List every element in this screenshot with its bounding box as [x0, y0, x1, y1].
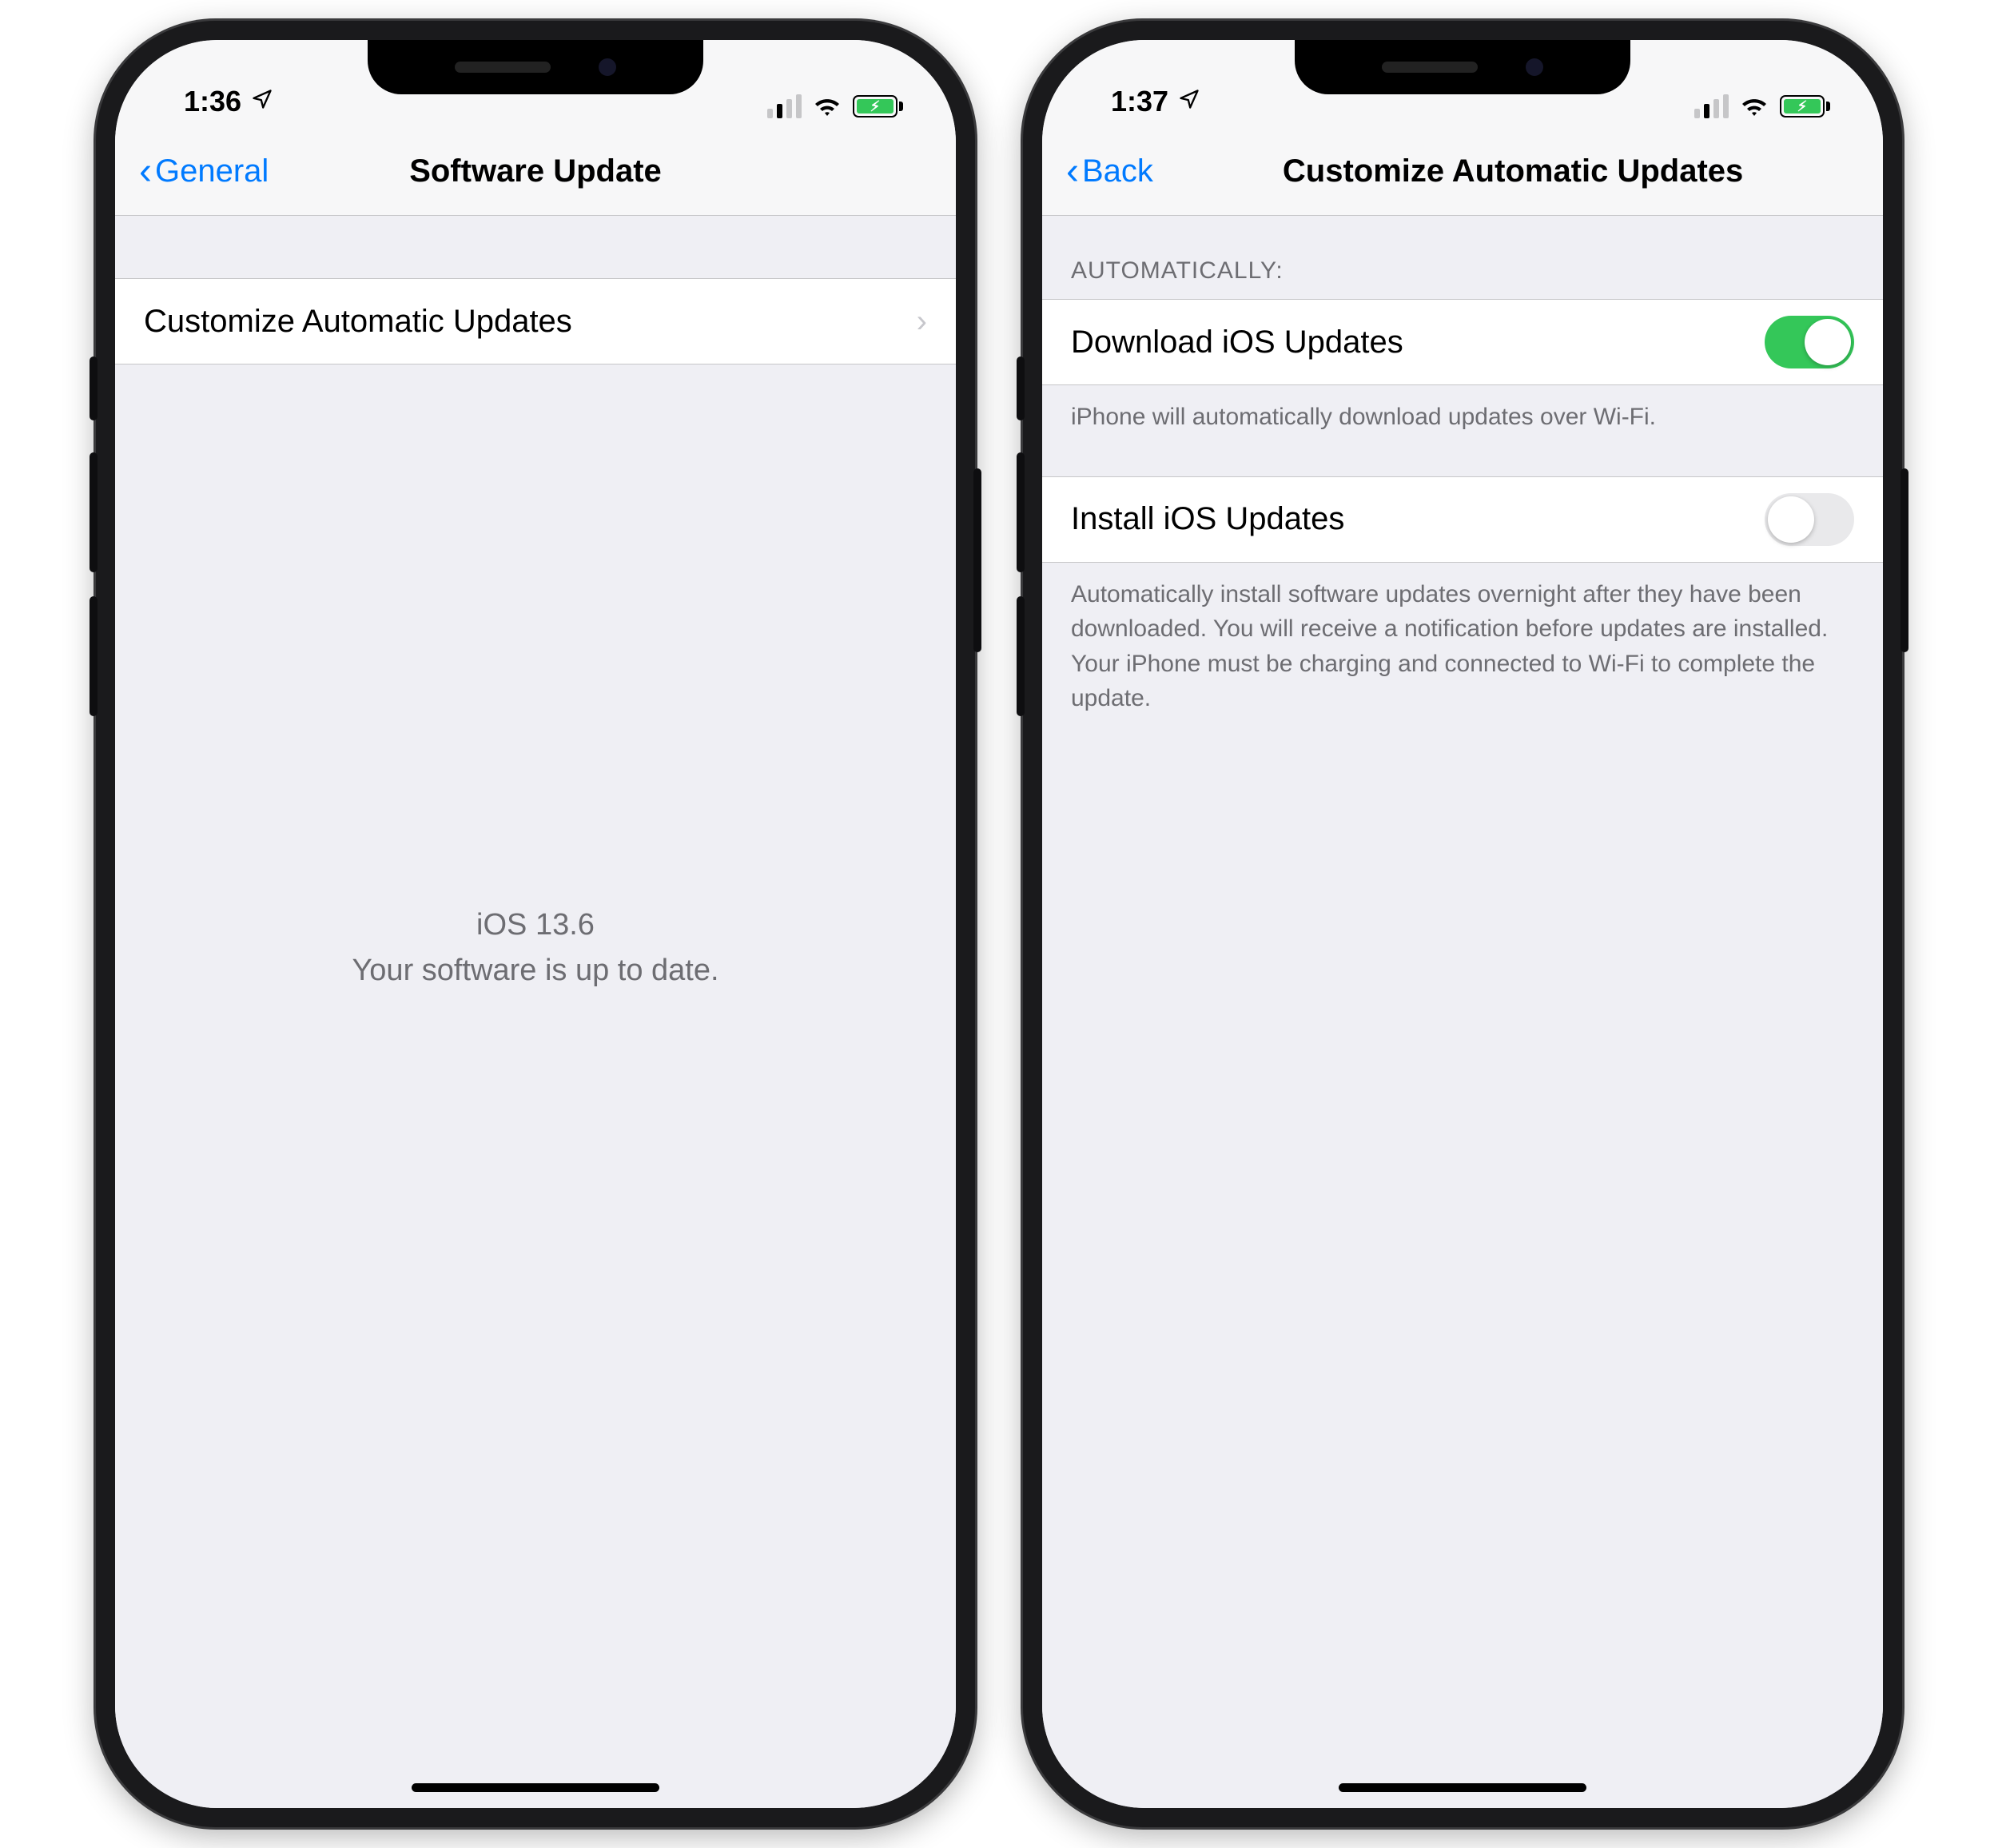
content-area: AUTOMATICALLY: Download iOS Updates iPho…	[1042, 216, 1883, 1808]
chevron-left-icon: ‹	[1066, 153, 1079, 191]
footer-download: iPhone will automatically download updat…	[1042, 385, 1883, 435]
footer-install: Automatically install software updates o…	[1042, 563, 1883, 716]
cellular-icon	[1694, 94, 1729, 118]
phone-frame-right: 1:37 ⚡︎ ‹ Back	[1023, 21, 1902, 1827]
up-to-date-label: Your software is up to date.	[352, 948, 718, 994]
wifi-icon	[813, 95, 842, 117]
battery-icon: ⚡︎	[1780, 95, 1830, 117]
row-label: Download iOS Updates	[1071, 325, 1403, 360]
back-button[interactable]: ‹ Back	[1066, 153, 1153, 191]
row-label: Customize Automatic Updates	[144, 304, 572, 340]
row-customize-automatic-updates[interactable]: Customize Automatic Updates ›	[115, 278, 956, 364]
cellular-icon	[767, 94, 802, 118]
status-message: iOS 13.6 Your software is up to date.	[352, 902, 718, 994]
nav-bar: ‹ General Software Update	[115, 128, 956, 216]
toggle-download-ios-updates[interactable]	[1765, 316, 1854, 368]
back-button[interactable]: ‹ General	[139, 153, 269, 191]
status-time: 1:37	[1111, 85, 1168, 118]
page-title: Customize Automatic Updates	[1283, 153, 1743, 189]
battery-icon: ⚡︎	[853, 95, 903, 117]
row-install-ios-updates[interactable]: Install iOS Updates	[1042, 476, 1883, 563]
back-label: General	[155, 153, 269, 189]
section-header-automatically: AUTOMATICALLY:	[1042, 216, 1883, 299]
row-label: Install iOS Updates	[1071, 501, 1344, 537]
home-indicator[interactable]	[412, 1783, 659, 1792]
wifi-icon	[1740, 95, 1769, 117]
nav-bar: ‹ Back Customize Automatic Updates	[1042, 128, 1883, 216]
status-time: 1:36	[184, 85, 241, 118]
notch	[1295, 40, 1630, 94]
back-label: Back	[1082, 153, 1153, 189]
chevron-right-icon: ›	[917, 304, 927, 340]
chevron-left-icon: ‹	[139, 153, 152, 191]
location-icon	[251, 87, 273, 117]
location-icon	[1178, 87, 1200, 117]
notch	[368, 40, 703, 94]
phone-frame-left: 1:36 ⚡︎ ‹ General	[96, 21, 975, 1827]
row-download-ios-updates[interactable]: Download iOS Updates	[1042, 299, 1883, 385]
page-title: Software Update	[409, 153, 662, 189]
ios-version-label: iOS 13.6	[352, 902, 718, 948]
home-indicator[interactable]	[1339, 1783, 1586, 1792]
toggle-install-ios-updates[interactable]	[1765, 493, 1854, 546]
content-area: Customize Automatic Updates › iOS 13.6 Y…	[115, 216, 956, 1808]
